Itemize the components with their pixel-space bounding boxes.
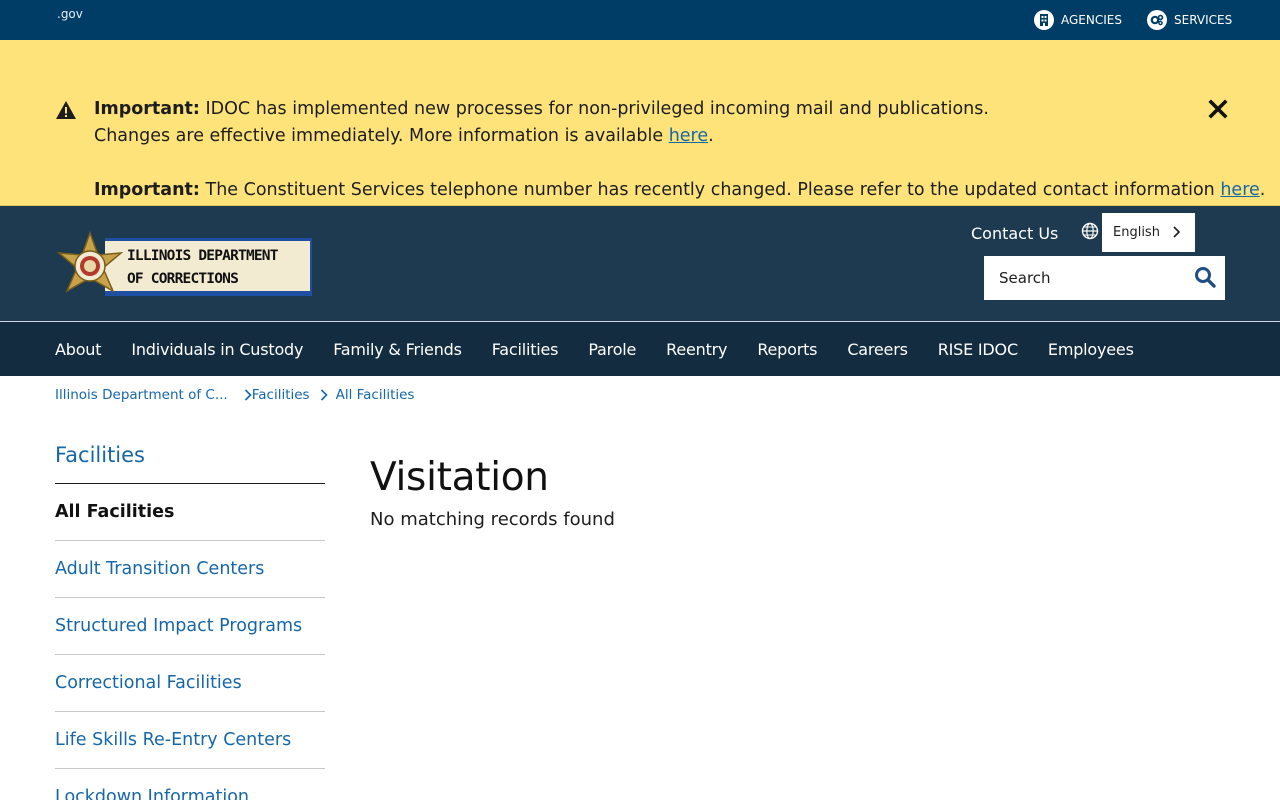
contact-us-link[interactable]: Contact Us — [971, 224, 1058, 243]
language-selected: English — [1113, 225, 1160, 240]
sidebar-item-all-facilities[interactable]: All Facilities — [55, 484, 325, 541]
page-title: Visitation — [370, 455, 549, 500]
alert-contact-info-link[interactable]: here — [1220, 180, 1259, 200]
sidebar-title[interactable]: Facilities — [55, 440, 325, 484]
alert-message-1-line2: Changes are effective immediately. More … — [94, 126, 714, 146]
alert-more-info-link[interactable]: here — [669, 126, 708, 146]
idoc-logo[interactable]: ILLINOIS DEPARTMENT OF CORRECTIONS — [55, 231, 313, 301]
alert-messages: Important: IDOC has implemented new proc… — [94, 96, 1265, 204]
services-label: SERVICES — [1174, 13, 1233, 27]
nav-individuals-in-custody[interactable]: Individuals in Custody — [131, 340, 303, 359]
nav-reentry[interactable]: Reentry — [666, 340, 727, 359]
main-nav: About Individuals in Custody Family & Fr… — [0, 322, 1280, 376]
breadcrumb-item-facilities[interactable]: Facilities — [252, 387, 310, 403]
chevron-right-icon — [320, 389, 328, 401]
nav-about[interactable]: About — [55, 340, 102, 359]
nav-employees[interactable]: Employees — [1048, 340, 1134, 359]
breadcrumb-item-all-facilities[interactable]: All Facilities — [336, 387, 415, 403]
nav-reports[interactable]: Reports — [757, 340, 817, 359]
search-input[interactable] — [984, 258, 1184, 298]
chevron-right-icon — [1173, 226, 1181, 238]
globe-icon — [1081, 222, 1099, 240]
search-box — [984, 256, 1225, 300]
sidebar-item-life-skills-reentry-centers[interactable]: Life Skills Re-Entry Centers — [55, 712, 325, 769]
language-selector[interactable]: English — [1102, 213, 1195, 252]
breadcrumb: Illinois Department of C... Facilities A… — [55, 385, 414, 405]
illinois-gov-logo[interactable]: ILLINOIS .gov — [55, 7, 513, 484]
close-icon[interactable] — [1207, 98, 1229, 120]
sidebar-item-correctional-facilities[interactable]: Correctional Facilities — [55, 655, 325, 712]
logo-plate: ILLINOIS DEPARTMENT OF CORRECTIONS — [105, 238, 312, 296]
building-icon — [1034, 10, 1054, 30]
sheriff-star-badge-icon — [56, 231, 124, 293]
alert-message-1: Important: IDOC has implemented new proc… — [94, 99, 989, 119]
state-bar: ILLINOIS .gov AGENCIES SERVICES — [0, 0, 1280, 484]
nav-facilities[interactable]: Facilities — [492, 340, 559, 359]
logo-text-line2: OF CORRECTIONS — [127, 271, 239, 287]
agencies-link[interactable]: AGENCIES — [1034, 10, 1122, 30]
services-link[interactable]: SERVICES — [1147, 10, 1232, 30]
empty-results-message: No matching records found — [370, 509, 615, 530]
search-icon[interactable] — [1194, 266, 1216, 288]
nav-careers[interactable]: Careers — [847, 340, 908, 359]
sidebar-nav: Facilities All Facilities Adult Transiti… — [55, 440, 325, 800]
nav-parole[interactable]: Parole — [588, 340, 636, 359]
sidebar-item-adult-transition-centers[interactable]: Adult Transition Centers — [55, 541, 325, 598]
gears-icon — [1147, 10, 1167, 30]
alert-banner: Important: IDOC has implemented new proc… — [0, 40, 1280, 206]
nav-family-friends[interactable]: Family & Friends — [333, 340, 462, 359]
agencies-label: AGENCIES — [1061, 13, 1122, 27]
main-content: Visitation No matching records found — [370, 455, 615, 530]
alert-message-2: Important: The Constituent Services tele… — [94, 180, 1266, 200]
logo-text-line1: ILLINOIS DEPARTMENT — [127, 248, 278, 264]
warning-icon — [56, 101, 76, 119]
breadcrumb-item-home[interactable]: Illinois Department of C... — [55, 387, 228, 403]
sidebar-item-structured-impact-programs[interactable]: Structured Impact Programs — [55, 598, 325, 655]
nav-rise-idoc[interactable]: RISE IDOC — [938, 340, 1018, 359]
chevron-right-icon — [244, 389, 252, 401]
sidebar-item-lockdown-information[interactable]: Lockdown Information — [55, 769, 325, 800]
